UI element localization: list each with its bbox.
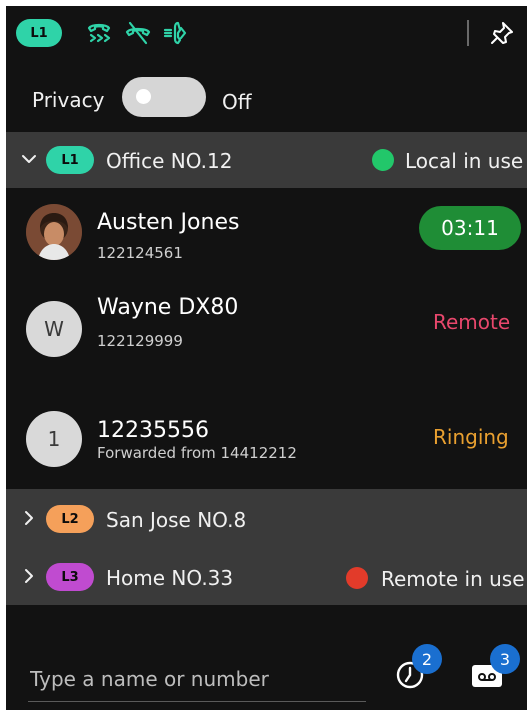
line-status: Local in use [405,149,524,173]
line-badge: L1 [16,19,62,47]
privacy-label: Privacy [32,88,105,112]
line-status: Remote in use [381,567,525,591]
line-badge-l2: L2 [46,505,94,533]
call-panel: L1 Privacy Off L1 Office NO.12 Local in … [6,6,527,710]
privacy-row: Privacy Off [6,66,527,132]
line-name: Office NO.12 [106,149,233,173]
line-name: San Jose NO.8 [106,508,247,532]
end-call-icon[interactable] [123,18,153,48]
chevron-right-icon [20,509,38,527]
search-input[interactable] [28,657,366,702]
caller-name: Wayne DX80 [97,295,239,320]
call-status: Remote [433,310,511,334]
privacy-state: Off [222,90,252,114]
privacy-toggle[interactable] [122,77,206,117]
status-dot [346,567,368,589]
caller-name: Austen Jones [97,210,240,235]
avatar: 1 [26,411,82,467]
voicemail-badge: 3 [490,644,520,674]
chevron-right-icon [20,567,38,585]
recents-badge: 2 [412,644,442,674]
pin-icon[interactable] [487,18,517,48]
line-name: Home NO.33 [106,566,234,590]
status-dot [372,149,394,171]
line-badge-l3: L3 [46,563,94,591]
forwarded-text: Forwarded from 14412212 [97,444,297,462]
caller-number: 122124561 [97,244,183,262]
transfer-call-icon[interactable] [84,18,114,48]
call-timer: 03:11 [419,206,521,250]
park-call-icon[interactable] [161,18,191,48]
line-row-l2[interactable]: L2 San Jose NO.8 [6,489,527,547]
chevron-down-icon [20,150,38,168]
line-badge-l1: L1 [46,146,94,174]
avatar [26,204,82,260]
caller-number: 122129999 [97,332,183,350]
collapsed-lines: L2 San Jose NO.8 L3 Home NO.33 Remote in… [6,489,527,605]
avatar: W [26,301,82,357]
line-row-l3[interactable]: L3 Home NO.33 Remote in use [6,547,527,605]
divider [467,20,469,46]
top-bar: L1 [6,6,527,62]
line-row-l1[interactable]: L1 Office NO.12 Local in use [6,132,527,188]
toggle-knob [136,89,151,104]
call-status: Ringing [433,425,509,449]
caller-name: 12235556 [97,418,209,443]
